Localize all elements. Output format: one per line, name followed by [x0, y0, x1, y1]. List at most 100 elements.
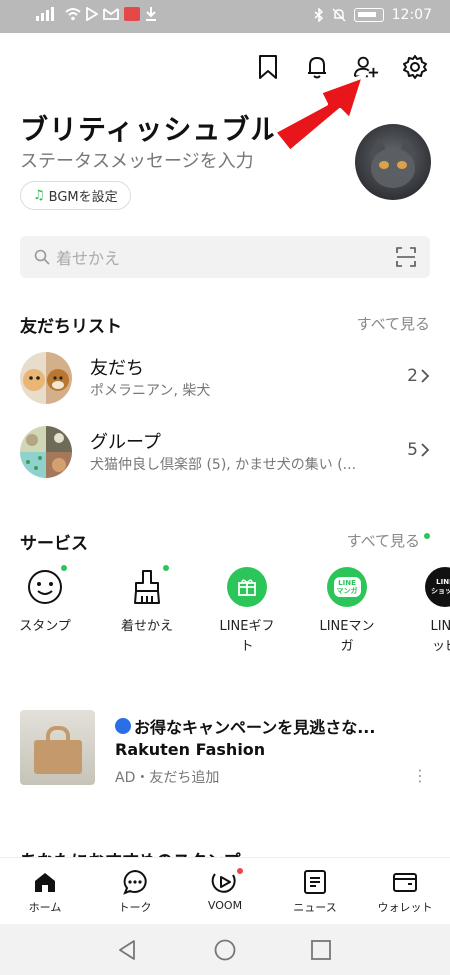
tab-label: ウォレット — [377, 901, 433, 914]
tab-voom[interactable]: VOOM — [180, 868, 270, 912]
new-indicator-dot — [424, 532, 430, 539]
download-icon — [146, 7, 156, 21]
recents-icon[interactable] — [311, 940, 331, 960]
ad-thumbnail — [20, 710, 95, 785]
wallet-icon — [360, 868, 450, 896]
bluetooth-icon — [314, 8, 323, 22]
battery-icon — [353, 8, 384, 22]
play-icon — [86, 7, 98, 21]
status-time: 12:07 — [391, 7, 432, 23]
manga-icon: LINE マンガ — [325, 565, 369, 609]
service-label: スタンプ — [19, 619, 71, 634]
gift-icon-circle — [227, 567, 267, 607]
home-nav-icon[interactable] — [214, 939, 236, 961]
manga-icon-circle: LINE マンガ — [327, 567, 367, 607]
status-left-icons — [36, 7, 157, 21]
friends-row[interactable]: 友だち ポメラニアン, 柴犬 2 — [0, 348, 450, 408]
status-bar: 12:07 — [0, 0, 450, 33]
service-label: 着せかえ — [120, 619, 173, 634]
more-options-icon[interactable]: ⋮ — [412, 766, 428, 785]
blue-circle-icon — [115, 718, 131, 734]
tab-home[interactable]: ホーム — [0, 868, 90, 915]
smiley-icon — [23, 565, 67, 609]
friends-row-subtitle: ポメラニアン, 柴犬 — [90, 383, 211, 399]
bag-body — [34, 740, 82, 774]
status-right-icons: 12:07 — [314, 7, 432, 23]
new-indicator-dot — [163, 565, 169, 571]
brush-icon — [125, 565, 169, 609]
tab-label: トーク — [118, 901, 152, 914]
cat-eye-left — [379, 161, 389, 169]
ad-label: AD・友だち追加 — [115, 770, 220, 786]
wifi-icon — [65, 8, 81, 21]
shopping-badge: LINE ショッピ — [431, 578, 450, 595]
friends-see-all-link[interactable]: すべて見る — [357, 313, 430, 334]
friends-count: 2 — [407, 366, 418, 386]
groups-row-count: 5 — [407, 440, 430, 460]
shopping-icon: LINE ショッピ — [423, 565, 450, 609]
shopping-icon-circle: LINE ショッピ — [425, 567, 450, 607]
cat-eye-right — [397, 161, 407, 169]
groups-thumbnail — [20, 426, 72, 478]
settings-icon[interactable] — [402, 52, 428, 82]
service-label: LINEギフ ト — [219, 619, 275, 654]
see-all-label: すべて見る — [346, 532, 420, 550]
ad-brand: Rakuten Fashion — [115, 740, 266, 759]
services-see-all-link[interactable]: すべて見る — [347, 530, 430, 551]
voom-icon — [180, 868, 270, 896]
friends-thumbnail — [20, 352, 72, 404]
bgm-label: BGMを設定 — [48, 190, 118, 205]
manga-badge: LINE マンガ — [333, 577, 361, 597]
service-line-shopping[interactable]: LINE ショッピ LINE ッピ — [404, 565, 450, 657]
search-icon — [34, 249, 50, 265]
back-icon[interactable] — [118, 940, 136, 960]
groups-row[interactable]: グループ 犬猫仲良し倶楽部 (5), かませ犬の集い (... 5 — [0, 422, 450, 482]
services-row: スタンプ 着せかえ LINEギフ ト LINE マンガ LINEマン ガ LIN… — [0, 565, 450, 660]
search-input[interactable]: 着せかえ — [56, 245, 120, 269]
tab-label: ホーム — [28, 901, 62, 914]
tab-label: VOOM — [207, 899, 243, 912]
status-message[interactable]: ステータスメッセージを入力 — [20, 147, 254, 173]
chevron-right-icon — [421, 443, 430, 457]
see-all-label: すべて見る — [356, 315, 430, 333]
tab-news[interactable]: ニュース — [270, 868, 360, 915]
system-nav-bar — [0, 924, 450, 975]
app-notification-icon — [124, 7, 140, 21]
friends-row-title: 友だち — [90, 358, 144, 379]
chevron-right-icon — [421, 369, 430, 383]
friends-row-count: 2 — [407, 366, 430, 386]
profile-name[interactable]: ブリティッシュブルー — [20, 108, 308, 148]
ad-title-text: お得なキャンペーンを見逃さな... — [134, 718, 376, 737]
bgm-button[interactable]: ♫ BGMを設定 — [20, 181, 131, 210]
notification-dot — [237, 868, 243, 874]
services-section-title: サービス — [20, 534, 88, 554]
ad-card[interactable]: お得なキャンペーンを見逃さな... Rakuten Fashion AD・友だち… — [0, 710, 450, 790]
music-note-icon: ♫ — [33, 188, 45, 203]
ad-title: お得なキャンペーンを見逃さな... — [115, 714, 375, 738]
chat-icon — [90, 868, 180, 896]
service-label: LINE ッピ — [430, 619, 450, 654]
home-icon — [0, 868, 90, 896]
mail-icon — [103, 8, 119, 20]
service-line-manga[interactable]: LINE マンガ LINEマン ガ — [306, 565, 388, 657]
tab-label: ニュース — [293, 901, 337, 914]
qr-scan-icon[interactable] — [396, 247, 416, 267]
signal-icon — [36, 7, 54, 21]
service-line-gift[interactable]: LINEギフ ト — [206, 565, 288, 657]
gift-icon — [225, 565, 269, 609]
tab-wallet[interactable]: ウォレット — [360, 868, 450, 915]
bottom-tab-bar: ホーム トーク VOOM ニュース ウォレット — [0, 857, 450, 924]
groups-row-subtitle: 犬猫仲良し倶楽部 (5), かませ犬の集い (... — [90, 457, 357, 473]
friends-section-title: 友だちリスト — [20, 317, 122, 337]
mute-icon — [332, 8, 346, 22]
groups-count: 5 — [407, 440, 418, 460]
service-theme[interactable]: 着せかえ — [106, 565, 188, 637]
service-stamp[interactable]: スタンプ — [4, 565, 86, 637]
news-icon — [270, 868, 360, 896]
groups-row-title: グループ — [90, 432, 161, 453]
search-bar[interactable]: 着せかえ — [20, 236, 430, 278]
service-label: LINEマン ガ — [319, 619, 375, 654]
tab-chat[interactable]: トーク — [90, 868, 180, 915]
new-indicator-dot — [61, 565, 67, 571]
red-arrow-annotation — [272, 74, 366, 154]
